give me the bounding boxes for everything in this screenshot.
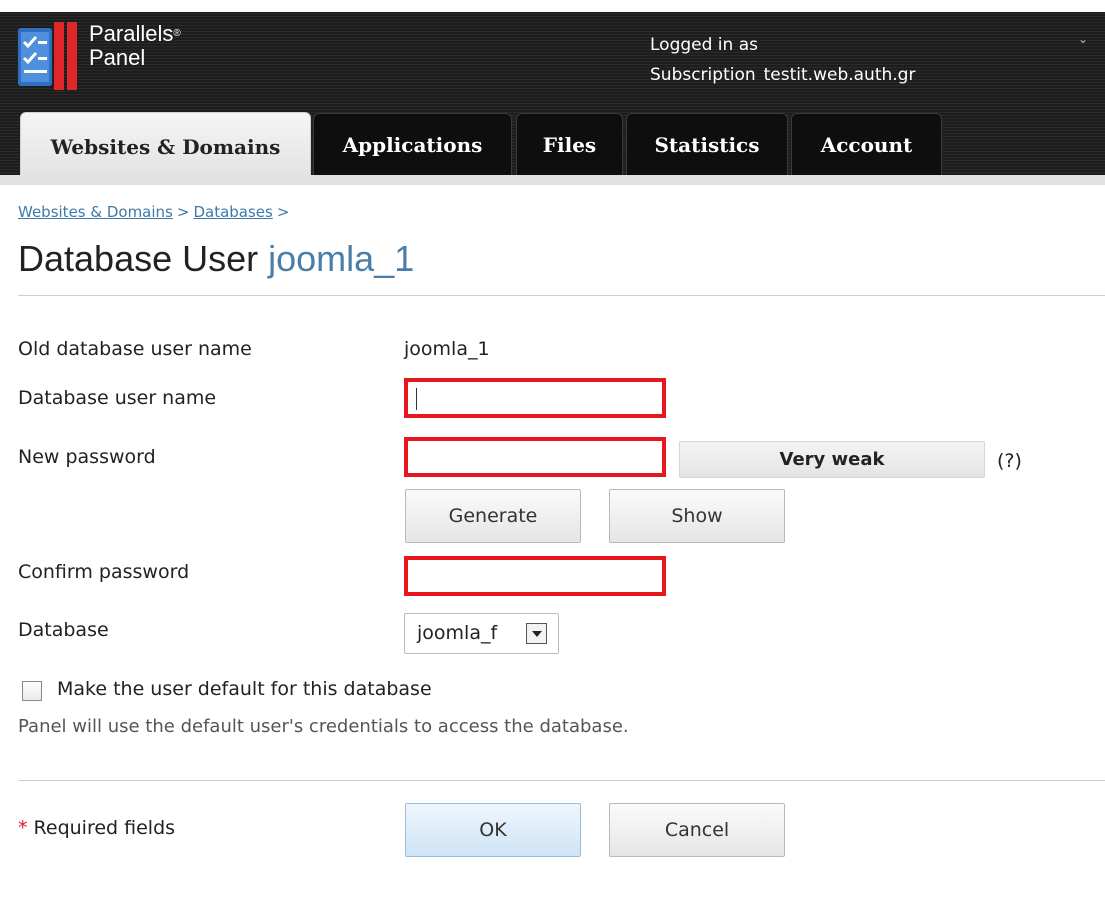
user-name-field[interactable]: [404, 378, 666, 418]
tab-statistics[interactable]: Statistics: [626, 113, 788, 175]
breadcrumb-separator: >: [176, 203, 190, 221]
tab-applications[interactable]: Applications: [313, 113, 512, 175]
database-label: Database: [18, 619, 109, 641]
tabs-baseline: [0, 175, 1105, 185]
new-password-field[interactable]: [404, 437, 666, 477]
default-user-hint: Panel will use the default user's creden…: [18, 716, 629, 737]
subscription-label: Subscription: [650, 65, 756, 85]
old-user-name-label: Old database user name: [18, 338, 252, 360]
header-top-margin: [0, 0, 1105, 12]
cancel-button[interactable]: Cancel: [609, 803, 785, 857]
breadcrumb-separator: >: [276, 203, 290, 221]
logged-in-label: Logged in as: [650, 35, 758, 55]
page-title: Database User joomla_1: [18, 238, 414, 280]
breadcrumb-databases[interactable]: Databases: [193, 203, 272, 221]
user-name-label: Database user name: [18, 387, 217, 409]
default-user-label[interactable]: Make the user default for this database: [57, 678, 432, 700]
required-fields-note: * Required fields: [18, 817, 175, 839]
database-selected-value: joomla_f: [417, 622, 498, 644]
logo-line1: Parallels: [89, 21, 174, 46]
account-info: Logged in as Subscription testit.web.auth…: [650, 30, 923, 90]
logo-line2: Panel: [89, 45, 146, 70]
password-strength-indicator: Very weak: [679, 441, 985, 478]
logo-text: Parallels® Panel: [89, 22, 181, 70]
old-user-name-value: joomla_1: [404, 338, 490, 360]
confirm-password-label: Confirm password: [18, 561, 190, 583]
database-select[interactable]: joomla_f: [404, 613, 559, 654]
tab-account[interactable]: Account: [791, 113, 942, 175]
page-title-object: joomla_1: [268, 238, 415, 279]
breadcrumb-websites-domains[interactable]: Websites & Domains: [18, 203, 173, 221]
chevron-down-icon[interactable]: ⌄: [1078, 32, 1088, 46]
confirm-password-field[interactable]: [404, 556, 666, 596]
generate-button[interactable]: Generate: [405, 489, 581, 543]
required-fields-label: Required fields: [33, 817, 176, 839]
dropdown-arrow-icon[interactable]: [526, 623, 547, 644]
parallels-logo-icon[interactable]: [18, 22, 80, 90]
form-footer-divider: [18, 780, 1105, 781]
subscription-selector[interactable]: testit.web.auth.gr: [764, 65, 916, 85]
new-password-label: New password: [18, 446, 156, 468]
show-button[interactable]: Show: [609, 489, 785, 543]
tab-websites-domains[interactable]: Websites & Domains: [20, 112, 311, 180]
logo-registered-mark: ®: [173, 28, 181, 39]
tab-files[interactable]: Files: [516, 113, 623, 175]
title-divider: [18, 295, 1105, 296]
breadcrumb: Websites & Domains > Databases >: [18, 203, 293, 221]
page-title-prefix: Database User: [18, 238, 259, 279]
text-cursor: [416, 388, 417, 410]
required-star: *: [18, 817, 28, 839]
password-help-link[interactable]: (?): [997, 450, 1022, 472]
default-user-checkbox[interactable]: [22, 681, 42, 701]
ok-button[interactable]: OK: [405, 803, 581, 857]
